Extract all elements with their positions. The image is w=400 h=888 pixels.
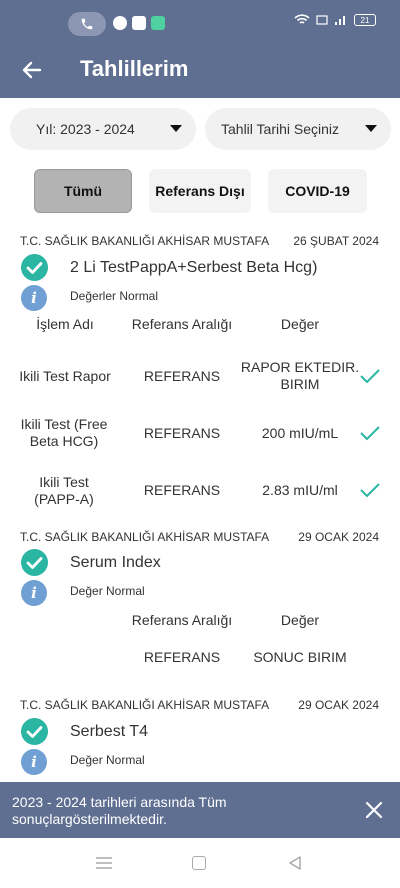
nav-back-icon[interactable] xyxy=(287,855,303,871)
check-circle-icon xyxy=(21,254,48,281)
tab-covid-19[interactable]: COVID-19 xyxy=(268,169,367,213)
info-icon[interactable]: i xyxy=(21,285,47,311)
column-header-name: İşlem Adı xyxy=(36,316,94,332)
institution-name: T.C. SAĞLIK BAKANLIĞI AKHİSAR MUSTAFA xyxy=(20,698,270,712)
row-range: REFERANS xyxy=(143,425,221,441)
row-value: 200 mIU/mL xyxy=(261,425,339,441)
test-date-dropdown[interactable]: Tahlil Tarihi Seçiniz xyxy=(205,108,391,150)
page-title: Tahlillerim xyxy=(80,56,189,81)
row-value: SONUC BIRIM xyxy=(253,649,347,665)
year-dropdown[interactable]: Yıl: 2023 - 2024 xyxy=(10,108,196,150)
check-circle-icon xyxy=(21,549,48,576)
row-test-name: Ikili Test Rapor xyxy=(19,368,111,384)
back-arrow-icon[interactable] xyxy=(20,58,44,82)
home-icon[interactable] xyxy=(192,856,206,870)
system-nav-bar xyxy=(0,838,400,888)
row-value: 2.83 mIU/ml xyxy=(262,482,338,498)
test-name[interactable]: Serbest T4 xyxy=(70,723,148,741)
institution-name: T.C. SAĞLIK BAKANLIĞI AKHİSAR MUSTAFA xyxy=(20,530,270,544)
result-status: Değer Normal xyxy=(70,753,145,767)
facebook-icon xyxy=(132,16,146,30)
volte-icon xyxy=(316,15,328,25)
row-value: RAPOR EKTEDIR. BIRIM xyxy=(240,359,360,392)
signal-icon xyxy=(335,16,345,25)
battery-icon: 21 xyxy=(354,14,376,26)
whatsapp-icon xyxy=(113,16,127,30)
result-date: 29 OCAK 2024 xyxy=(298,698,379,712)
tab-out-of-reference[interactable]: Referans Dışı xyxy=(149,169,251,213)
info-icon[interactable]: i xyxy=(21,749,47,775)
status-bar: 21 xyxy=(0,0,400,50)
check-icon xyxy=(360,483,380,498)
test-date-dropdown-label: Tahlil Tarihi Seçiniz xyxy=(221,121,340,137)
institution-name: T.C. SAĞLIK BAKANLIĞI AKHİSAR MUSTAFA xyxy=(20,234,270,248)
check-circle-icon xyxy=(21,718,48,745)
chevron-down-icon xyxy=(365,125,377,132)
column-header-range: Referans Aralığı xyxy=(131,612,233,628)
chat-app-icon xyxy=(151,16,165,30)
row-range: REFERANS xyxy=(143,482,221,498)
snackbar: 2023 - 2024 tarihleri arasında Tüm sonuç… xyxy=(0,782,400,838)
result-status: Değerler Normal xyxy=(70,289,159,303)
column-header-value: Değer xyxy=(280,612,320,628)
phone-icon xyxy=(81,18,93,30)
column-header-value: Değer xyxy=(280,316,320,332)
wifi-icon xyxy=(294,14,310,24)
row-range: REFERANS xyxy=(143,649,221,665)
info-icon[interactable]: i xyxy=(21,580,47,606)
result-date: 26 ŞUBAT 2024 xyxy=(293,234,379,248)
test-name[interactable]: 2 Li TestPappA+Serbest Beta Hcg) xyxy=(70,259,317,277)
row-test-name: Ikili Test (Free Beta HCG) xyxy=(20,416,108,449)
row-range: REFERANS xyxy=(143,368,221,384)
check-icon xyxy=(360,426,380,441)
snackbar-message: 2023 - 2024 tarihleri arasında Tüm sonuç… xyxy=(12,794,227,827)
result-date: 29 OCAK 2024 xyxy=(298,530,379,544)
column-header-range: Referans Aralığı xyxy=(131,316,233,332)
chevron-down-icon xyxy=(170,125,182,132)
test-name[interactable]: Serum Index xyxy=(70,554,161,572)
ongoing-call-indicator[interactable] xyxy=(68,12,106,36)
app-bar: Tahlillerim xyxy=(0,50,400,98)
year-dropdown-label: Yıl: 2023 - 2024 xyxy=(36,121,135,137)
check-icon xyxy=(360,369,380,384)
tab-all[interactable]: Tümü xyxy=(34,169,132,213)
result-status: Değer Normal xyxy=(70,584,145,598)
recent-apps-icon[interactable] xyxy=(96,857,112,869)
system-indicators: 21 xyxy=(294,14,376,26)
close-icon[interactable] xyxy=(364,800,384,820)
row-test-name: Ikili Test (PAPP-A) xyxy=(34,474,94,507)
